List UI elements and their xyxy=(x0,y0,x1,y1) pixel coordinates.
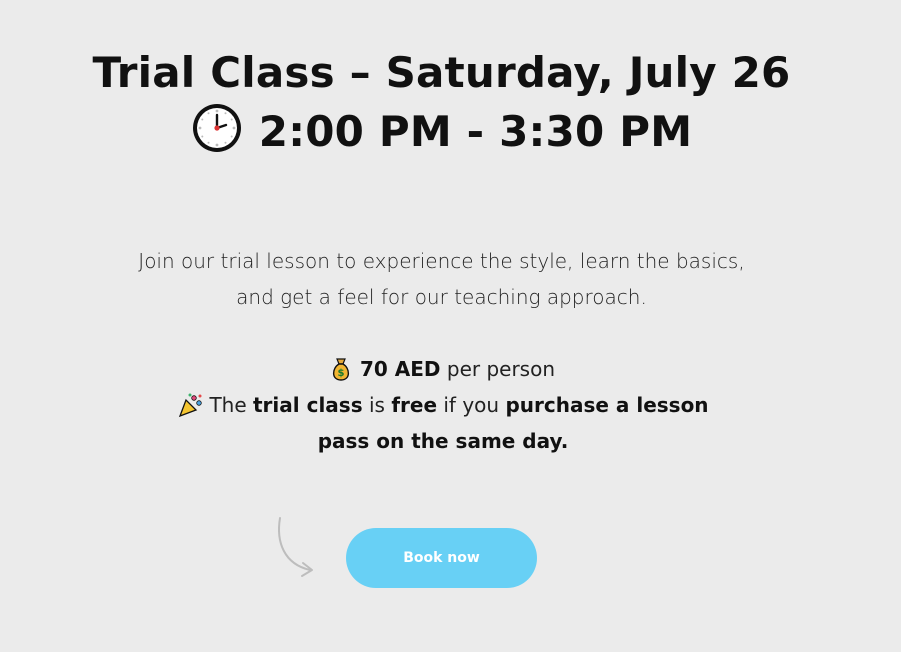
curved-arrow-icon xyxy=(278,517,313,577)
promo-bold-1: trial class xyxy=(253,393,363,417)
description: Join our trial lesson to experience the … xyxy=(0,243,883,315)
price-line: $ 70 AED per person xyxy=(0,351,883,387)
price-suffix: per person xyxy=(446,357,556,381)
description-line-1: Join our trial lesson to experience the … xyxy=(138,249,745,273)
svg-text:$: $ xyxy=(337,368,344,379)
clock-icon xyxy=(192,104,241,152)
promo-text: The trial class is free if you purchase … xyxy=(150,387,736,459)
title-date: Trial Class – Saturday, July 26 xyxy=(92,48,791,97)
promo-text-3: if you xyxy=(443,393,500,417)
book-now-button[interactable]: Book now xyxy=(346,528,537,588)
price-amount: 70 AED xyxy=(359,357,441,381)
money-bag-icon: $ xyxy=(332,358,350,381)
page-title: Trial Class – Saturday, July 26 2:00 PM … xyxy=(0,44,883,161)
promo-bold-2: free xyxy=(391,393,438,417)
promo-text-1: The xyxy=(209,393,247,417)
promo-text-2: is xyxy=(368,393,385,417)
description-line-2: and get a feel for our teaching approach… xyxy=(236,285,647,309)
party-popper-icon xyxy=(179,393,203,418)
title-time: 2:00 PM - 3:30 PM xyxy=(258,107,693,156)
title-time-row: 2:00 PM - 3:30 PM xyxy=(0,102,883,161)
